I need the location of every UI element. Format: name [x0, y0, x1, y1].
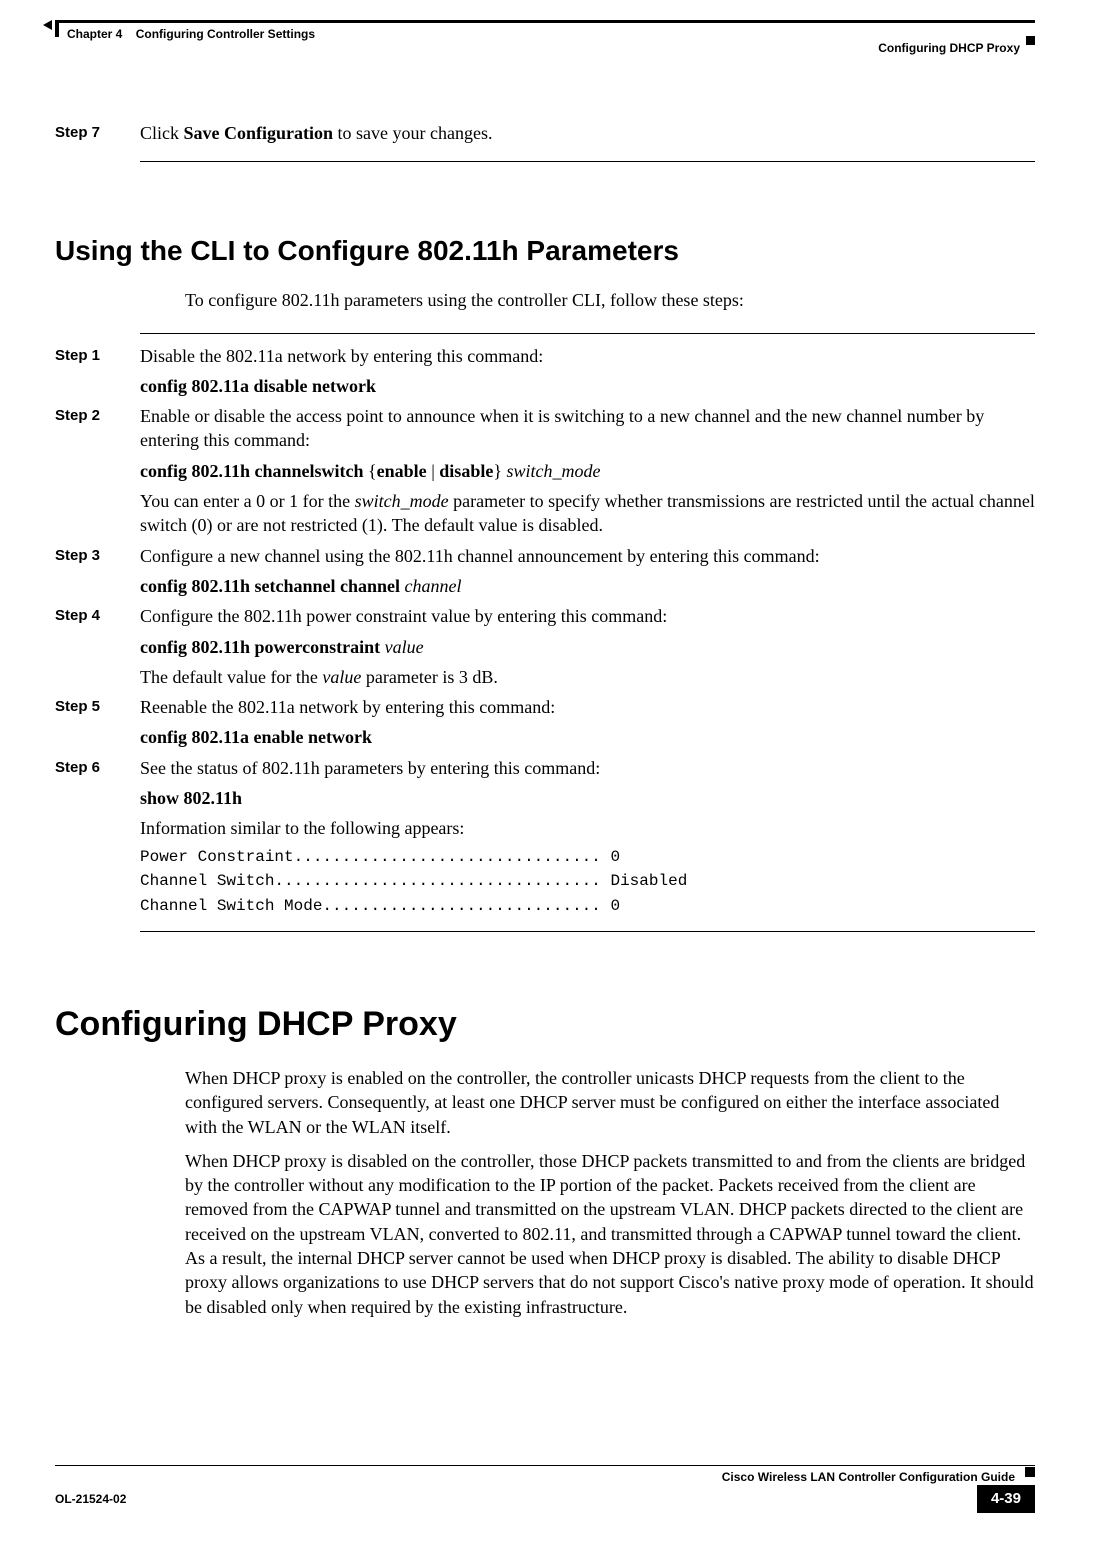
s2-cmd-p5: disable	[439, 461, 493, 481]
step-6-output-3: Channel Switch Mode.....................…	[140, 896, 1035, 917]
step-2-label: Step 2	[55, 404, 140, 453]
step-3-row: Step 3 Configure a new channel using the…	[55, 544, 1035, 568]
s4-note-p3: parameter is 3 dB.	[361, 667, 497, 687]
divider	[140, 931, 1035, 932]
step7-bold: Save Configuration	[184, 123, 334, 143]
s4-note-p1: The default value for the	[140, 667, 322, 687]
dhcp-section-title: Configuring DHCP Proxy	[55, 1002, 1035, 1048]
s4-note-p2: value	[322, 667, 361, 687]
step-5-text: Reenable the 802.11a network by entering…	[140, 695, 1035, 719]
s2-cmd-p6: }	[493, 461, 502, 481]
step-2-note: You can enter a 0 or 1 for the switch_mo…	[140, 489, 1035, 538]
s4-cmd-p2: value	[380, 637, 423, 657]
step-6-text: See the status of 802.11h parameters by …	[140, 756, 1035, 780]
s2-cmd-p3: enable	[377, 461, 427, 481]
step-6-output-2: Channel Switch..........................…	[140, 871, 1035, 892]
page-header: Chapter 4 Configuring Controller Setting…	[55, 26, 1035, 56]
page-footer: Cisco Wireless LAN Controller Configurat…	[55, 1465, 1035, 1513]
step-6-cmd: show 802.11h	[140, 786, 1035, 810]
step-7-text: Click Save Configuration to save your ch…	[140, 121, 1035, 145]
s2-cmd-p1: config 802.11h channelswitch	[140, 461, 364, 481]
step-4-cmd: config 802.11h powerconstraint value	[140, 635, 1035, 659]
step-2-row: Step 2 Enable or disable the access poin…	[55, 404, 1035, 453]
step-1-text: Disable the 802.11a network by entering …	[140, 344, 1035, 368]
step-2-cmd: config 802.11h channelswitch {enable | d…	[140, 459, 1035, 483]
step-6-note: Information similar to the following app…	[140, 816, 1035, 840]
chapter-number: Chapter 4	[67, 27, 122, 41]
step-1-row: Step 1 Disable the 802.11a network by en…	[55, 344, 1035, 368]
header-chapter: Chapter 4 Configuring Controller Setting…	[55, 26, 315, 42]
header-section: Configuring DHCP Proxy	[878, 26, 1035, 56]
chapter-title: Configuring Controller Settings	[136, 27, 315, 41]
step-4-label: Step 4	[55, 604, 140, 628]
step-4-text: Configure the 802.11h power constraint v…	[140, 604, 1035, 628]
footer-page-number: 4-39	[977, 1485, 1035, 1513]
step-7-label: Step 7	[55, 121, 140, 145]
step-1-label: Step 1	[55, 344, 140, 368]
footer-doc-number: OL-21524-02	[55, 1491, 126, 1507]
cli-intro: To configure 802.11h parameters using th…	[185, 288, 1035, 312]
s3-cmd-p1: config 802.11h setchannel channel	[140, 576, 400, 596]
step-5-label: Step 5	[55, 695, 140, 719]
step-5-cmd: config 802.11a enable network	[140, 725, 1035, 749]
divider	[140, 333, 1035, 334]
s2-cmd-p2: {	[368, 461, 377, 481]
header-caret-icon	[43, 20, 52, 30]
step-1-cmd: config 802.11a disable network	[140, 374, 1035, 398]
s4-cmd-p1: config 802.11h powerconstraint	[140, 637, 380, 657]
step7-after: to save your changes.	[333, 123, 492, 143]
step-4-note: The default value for the value paramete…	[140, 665, 1035, 689]
s2-cmd-p4: |	[427, 461, 440, 481]
divider	[140, 161, 1035, 162]
dhcp-para-2: When DHCP proxy is disabled on the contr…	[185, 1149, 1035, 1319]
cli-section-title: Using the CLI to Configure 802.11h Param…	[55, 232, 1035, 270]
step-6-output-1: Power Constraint........................…	[140, 847, 1035, 868]
s2-note-p2: switch_mode	[355, 491, 449, 511]
step-3-label: Step 3	[55, 544, 140, 568]
s2-cmd-p7: switch_mode	[502, 461, 601, 481]
s2-note-p1: You can enter a 0 or 1 for the	[140, 491, 355, 511]
step-6-label: Step 6	[55, 756, 140, 780]
header-rule	[55, 20, 1035, 23]
footer-guide-title: Cisco Wireless LAN Controller Configurat…	[55, 1469, 1035, 1485]
step-6-row: Step 6 See the status of 802.11h paramet…	[55, 756, 1035, 780]
step-2-text: Enable or disable the access point to an…	[140, 404, 1035, 453]
step-5-row: Step 5 Reenable the 802.11a network by e…	[55, 695, 1035, 719]
dhcp-para-1: When DHCP proxy is enabled on the contro…	[185, 1066, 1035, 1139]
step-3-text: Configure a new channel using the 802.11…	[140, 544, 1035, 568]
s3-cmd-p2: channel	[400, 576, 461, 596]
step-4-row: Step 4 Configure the 802.11h power const…	[55, 604, 1035, 628]
step-7-row: Step 7 Click Save Configuration to save …	[55, 121, 1035, 145]
step-3-cmd: config 802.11h setchannel channel channe…	[140, 574, 1035, 598]
step7-before: Click	[140, 123, 184, 143]
